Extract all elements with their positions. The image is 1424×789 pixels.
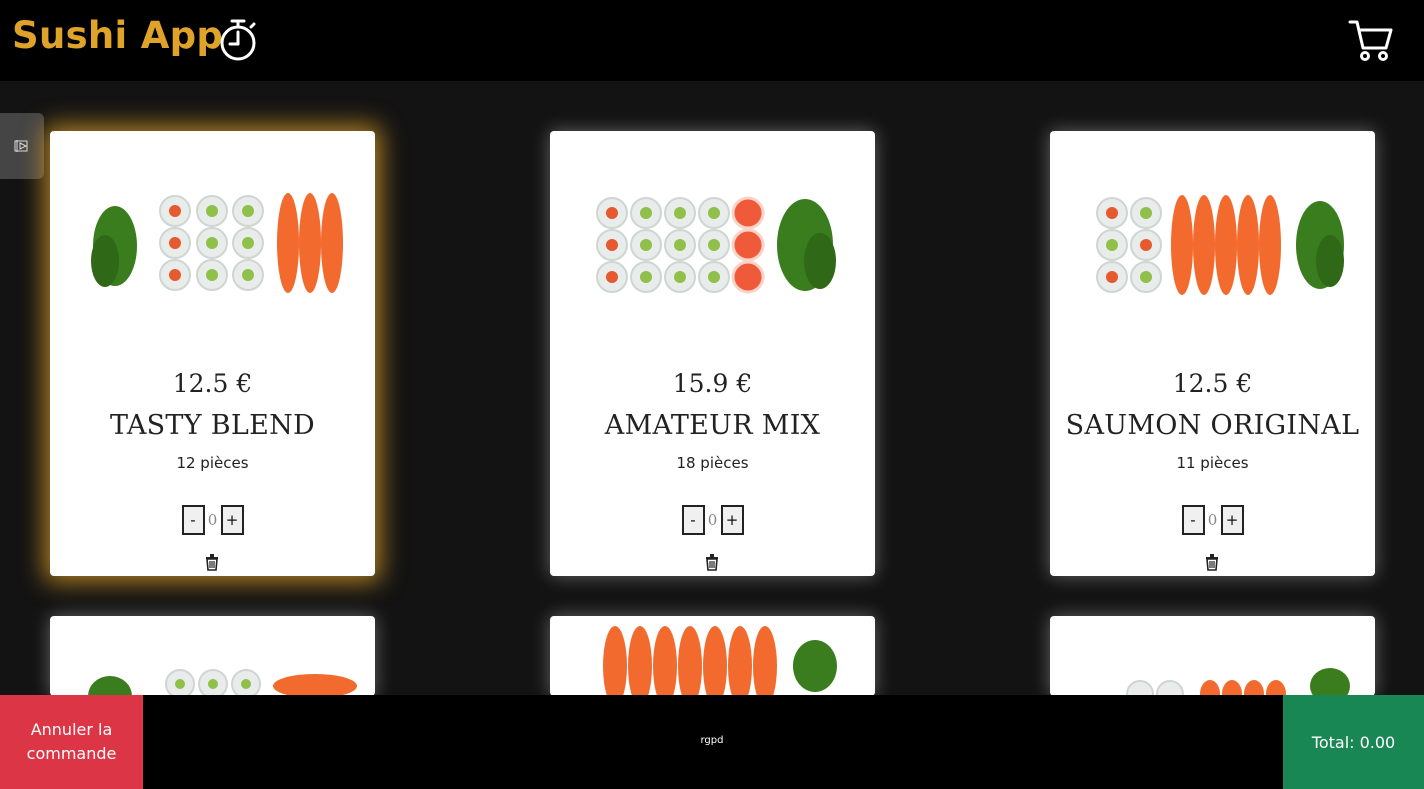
quantity-value: 0 [207, 511, 218, 529]
trash-icon[interactable] [1204, 553, 1220, 571]
product-image [603, 626, 837, 696]
product-image [1096, 195, 1344, 295]
product-price: 12.5 € [172, 369, 253, 398]
app-header: Sushi App [0, 0, 1424, 81]
product-card[interactable] [50, 616, 375, 696]
product-price: 15.9 € [672, 369, 753, 398]
quantity-value: 0 [1207, 511, 1218, 529]
product-card[interactable]: 15.9 € AMATEUR MIX 18 pièces - 0 + [550, 131, 875, 576]
product-pieces: 11 pièces [1176, 454, 1249, 472]
product-card[interactable] [550, 616, 875, 696]
product-name: AMATEUR MIX [604, 410, 821, 441]
product-card[interactable]: 12.5 € SAUMON ORIGINAL 11 pièces - 0 + [1050, 131, 1375, 576]
quantity-stepper: - 0 + [1050, 505, 1375, 535]
increment-button[interactable]: + [720, 505, 744, 535]
product-image [596, 196, 836, 294]
quantity-value: 0 [707, 511, 718, 529]
increment-button[interactable]: + [1220, 505, 1244, 535]
decrement-button[interactable]: - [1181, 505, 1205, 535]
quantity-stepper: - 0 + [550, 505, 875, 535]
quantity-stepper: - 0 + [50, 505, 375, 535]
rgpd-link[interactable]: rgpd [0, 735, 1424, 746]
accessibility-icon [14, 140, 28, 152]
product-name: SAUMON ORIGINAL [1065, 410, 1360, 441]
accessibility-tab[interactable] [0, 113, 44, 179]
decrement-button[interactable]: - [181, 505, 205, 535]
product-name: TASTY BLEND [110, 410, 315, 441]
cart-icon[interactable] [1348, 18, 1394, 62]
timer-icon[interactable] [218, 18, 260, 62]
product-price: 12.5 € [1172, 369, 1253, 398]
product-image [88, 669, 357, 696]
app-title: Sushi App [12, 14, 224, 57]
product-pieces: 18 pièces [676, 454, 749, 472]
decrement-button[interactable]: - [681, 505, 705, 535]
product-pieces: 12 pièces [176, 454, 249, 472]
product-image [91, 193, 343, 293]
product-card[interactable]: 12.5 € TASTY BLEND 12 pièces - 0 + [50, 131, 375, 576]
trash-icon[interactable] [704, 553, 720, 571]
total-button[interactable]: Total: 0.00 [1283, 695, 1424, 789]
product-card[interactable] [1050, 616, 1375, 696]
product-image [1126, 668, 1350, 696]
footer-bar: Annuler la commande rgpd Total: 0.00 [0, 695, 1424, 789]
increment-button[interactable]: + [220, 505, 244, 535]
trash-icon[interactable] [204, 553, 220, 571]
